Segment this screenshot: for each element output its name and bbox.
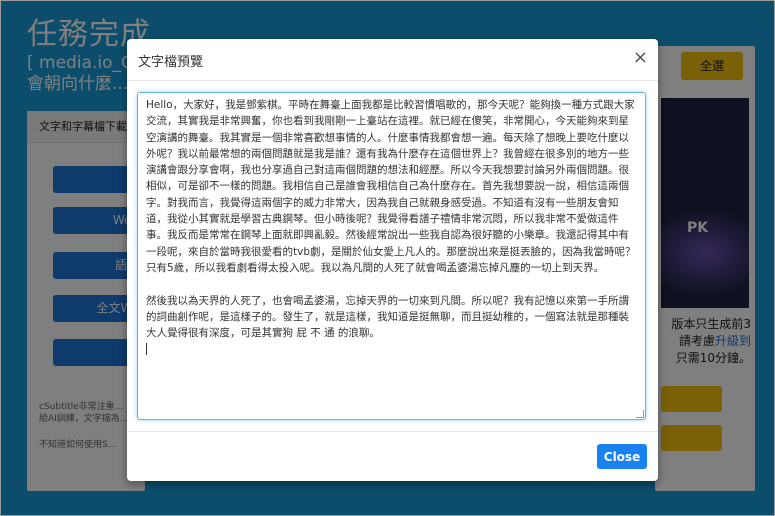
modal-header: 文字檔預覽 ×: [127, 39, 658, 81]
transcript-textarea[interactable]: Hello，大家好，我是鄧紫棋。平時在舞臺上面我都是比較習慣唱歌的，那今天呢？能…: [137, 92, 646, 420]
transcript-text: Hello，大家好，我是鄧紫棋。平時在舞臺上面我都是比較習慣唱歌的，那今天呢？能…: [146, 97, 636, 358]
transcript-text-body: Hello，大家好，我是鄧紫棋。平時在舞臺上面我都是比較習慣唱歌的，那今天呢？能…: [146, 99, 636, 340]
text-caret: [146, 343, 147, 356]
close-icon[interactable]: ×: [633, 48, 648, 68]
modal-title: 文字檔預覽: [138, 55, 204, 70]
modal-footer: Close: [127, 431, 658, 482]
text-preview-modal: 文字檔預覽 × Hello，大家好，我是鄧紫棋。平時在舞臺上面我都是比較習慣唱歌…: [127, 39, 658, 481]
resize-handle-icon[interactable]: [636, 410, 644, 418]
page-frame: 任務完成 [ media.io_G... 會朝向什麼... 文字和字幕檔下載 S…: [0, 0, 775, 516]
close-button[interactable]: Close: [597, 444, 647, 469]
